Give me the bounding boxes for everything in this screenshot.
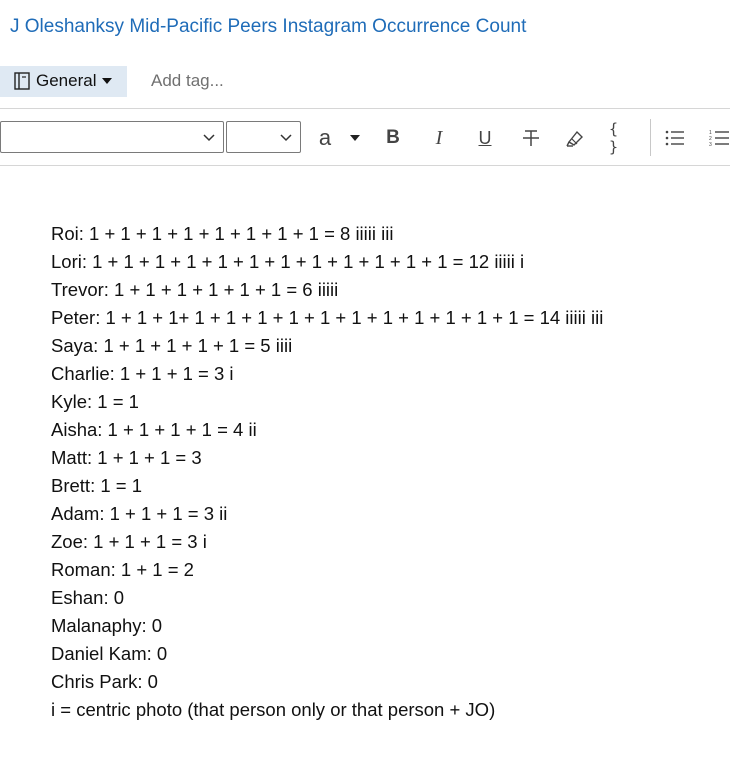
numbered-list-icon: 1 2 3	[709, 130, 729, 147]
note-line: Roi: 1 + 1 + 1 + 1 + 1 + 1 + 1 + 1 = 8 i…	[51, 223, 394, 244]
strikethrough-button[interactable]	[520, 124, 542, 152]
note-line: Charlie: 1 + 1 + 1 = 3 i	[51, 363, 234, 384]
chevron-down-icon	[203, 134, 215, 142]
note-body[interactable]: Roi: 1 + 1 + 1 + 1 + 1 + 1 + 1 + 1 = 8 i…	[51, 220, 603, 724]
bullet-list-icon	[665, 130, 684, 146]
font-color-dropdown[interactable]	[348, 124, 362, 152]
toolbar-divider	[0, 108, 730, 109]
note-line: Brett: 1 = 1	[51, 475, 143, 496]
font-color-icon: a	[318, 125, 332, 150]
highlight-button[interactable]	[564, 124, 588, 152]
font-family-select[interactable]	[0, 121, 224, 153]
note-editor: J Oleshanksy Mid-Pacific Peers Instagram…	[0, 0, 730, 762]
note-line: Lori: 1 + 1 + 1 + 1 + 1 + 1 + 1 + 1 + 1 …	[51, 251, 525, 272]
notebook-icon	[14, 72, 30, 90]
strikethrough-icon	[523, 130, 539, 146]
note-line: Daniel Kam: 0	[51, 643, 168, 664]
underline-button[interactable]: U	[474, 124, 496, 152]
bold-button[interactable]: B	[382, 124, 404, 152]
tag-row: General Add tag...	[0, 65, 224, 97]
note-line: Zoe: 1 + 1 + 1 = 3 i	[51, 531, 207, 552]
note-line: Eshan: 0	[51, 587, 125, 608]
note-title[interactable]: J Oleshanksy Mid-Pacific Peers Instagram…	[10, 16, 526, 38]
note-line: Saya: 1 + 1 + 1 + 1 + 1 = 5 iiii	[51, 335, 293, 356]
note-line: Matt: 1 + 1 + 1 = 3	[51, 447, 202, 468]
caret-down-icon	[102, 78, 113, 84]
note-line: Adam: 1 + 1 + 1 = 3 ii	[51, 503, 228, 524]
numbered-list-button[interactable]: 1 2 3	[709, 124, 730, 152]
section-label: General	[36, 71, 97, 90]
font-color-button[interactable]: a	[316, 124, 334, 152]
underline-icon: U	[478, 127, 492, 148]
italic-button[interactable]: I	[428, 124, 450, 152]
italic-icon: I	[435, 126, 443, 149]
note-line: Kyle: 1 = 1	[51, 391, 139, 412]
note-line: Trevor: 1 + 1 + 1 + 1 + 1 + 1 = 6 iiiii	[51, 279, 339, 300]
font-size-select[interactable]	[226, 121, 301, 153]
note-line: Peter: 1 + 1 + 1+ 1 + 1 + 1 + 1 + 1 + 1 …	[51, 307, 604, 328]
note-line: Aisha: 1 + 1 + 1 + 1 = 4 ii	[51, 419, 257, 440]
note-line: i = centric photo (that person only or t…	[51, 699, 496, 720]
note-line: Chris Park: 0	[51, 671, 158, 692]
note-line: Malanaphy: 0	[51, 615, 163, 636]
toolbar-divider	[0, 165, 730, 166]
chevron-down-icon	[280, 134, 292, 142]
add-tag-input[interactable]: Add tag...	[151, 71, 224, 91]
code-button[interactable]: { }	[609, 120, 635, 156]
bullet-list-button[interactable]	[664, 124, 686, 152]
caret-down-icon	[350, 135, 360, 141]
section-selector-button[interactable]: General	[0, 65, 127, 97]
highlighter-icon	[566, 130, 583, 147]
toolbar-separator	[650, 119, 651, 156]
code-icon: { }	[609, 120, 620, 156]
svg-text:3: 3	[709, 142, 712, 147]
note-line: Roman: 1 + 1 = 2	[51, 559, 194, 580]
bold-icon: B	[386, 127, 400, 148]
